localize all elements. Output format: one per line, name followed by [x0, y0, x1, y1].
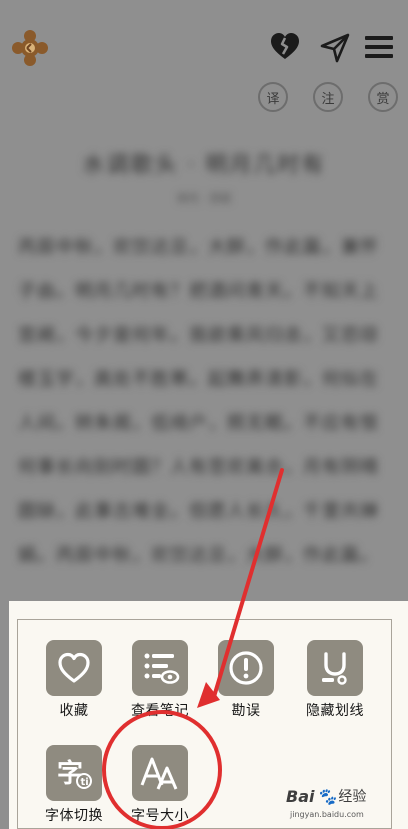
- article-line: 楼玉宇，高处不胜寒。起舞弄清影，何似在: [18, 369, 379, 390]
- notes-label: 查看笔记: [131, 703, 189, 719]
- font-switch-icon: 字 ti: [46, 745, 102, 801]
- svg-text:ti: ti: [81, 777, 89, 788]
- favorite-button[interactable]: 收藏: [29, 634, 119, 724]
- article-content: 水调歌头 · 明月几时有 宋代 · 苏轼 丙辰中秋，欢饮达旦，大醉，作此篇，兼怀…: [0, 140, 408, 600]
- tab-translate[interactable]: 译: [258, 82, 288, 112]
- hide-underline-button[interactable]: 隐藏划线: [290, 634, 380, 724]
- article-line: 何事长向别时圆？人有悲欢离合，月有阴晴: [18, 457, 379, 478]
- hide-underline-label: 隐藏划线: [306, 703, 364, 719]
- font-size-aa-icon: [132, 745, 188, 801]
- tab-appreciate[interactable]: 赏: [368, 82, 398, 112]
- paw-icon: 🐾: [316, 786, 337, 806]
- font-size-button[interactable]: 字号大小: [115, 739, 205, 829]
- article-line: 子由。明月几时有？把酒问青天。不知天上: [18, 281, 379, 302]
- font-switch-label: 字体切换: [45, 808, 103, 824]
- font-size-label: 字号大小: [131, 808, 189, 824]
- report-error-button[interactable]: 勘误: [201, 634, 291, 724]
- broken-heart-icon[interactable]: [268, 30, 302, 64]
- article-line: 丙辰中秋，欢饮达旦，大醉，作此篇，兼怀: [18, 237, 379, 258]
- article-author: 宋代 · 苏轼: [176, 192, 232, 205]
- article-line: 娟。丙辰中秋，欢饮达旦，大醉，作此篇。: [18, 545, 379, 566]
- watermark-domain: jingyan.baidu.com: [290, 810, 364, 819]
- exclamation-circle-icon: [218, 640, 274, 696]
- baidu-watermark: Bai 🐾 经验: [286, 780, 398, 812]
- favorite-label: 收藏: [59, 703, 89, 719]
- article-title: 水调歌头 · 明月几时有: [82, 153, 326, 178]
- heart-outline-icon: [46, 640, 102, 696]
- app-logo-icon[interactable]: [10, 28, 50, 68]
- notes-button[interactable]: 查看笔记: [115, 634, 205, 724]
- mode-tabs: 译 注 赏: [258, 82, 398, 114]
- watermark-brand: Bai: [286, 786, 315, 806]
- reader-header: 译 注 赏: [0, 0, 408, 140]
- notes-list-icon: [132, 640, 188, 696]
- watermark-suffix: 经验: [338, 789, 367, 805]
- article-line: 宫阙，今夕是何年。我欲乘风归去，又恐琼: [18, 325, 379, 346]
- send-icon[interactable]: [318, 30, 352, 64]
- font-switch-button[interactable]: 字 ti 字体切换: [29, 739, 119, 829]
- article-line: 人间。转朱阁，低绮户，照无眠。不应有恨: [18, 413, 379, 434]
- article-body: 丙辰中秋，欢饮达旦，大醉，作此篇，兼怀 子由。明月几时有？把酒问青天。不知天上 …: [18, 226, 388, 578]
- tab-annotate[interactable]: 注: [313, 82, 343, 112]
- article-line: 圆缺，此事古难全。但愿人长久，千里共婵: [18, 501, 379, 522]
- magnet-underline-icon: [307, 640, 363, 696]
- report-error-label: 勘误: [231, 703, 261, 719]
- menu-icon[interactable]: [362, 30, 396, 64]
